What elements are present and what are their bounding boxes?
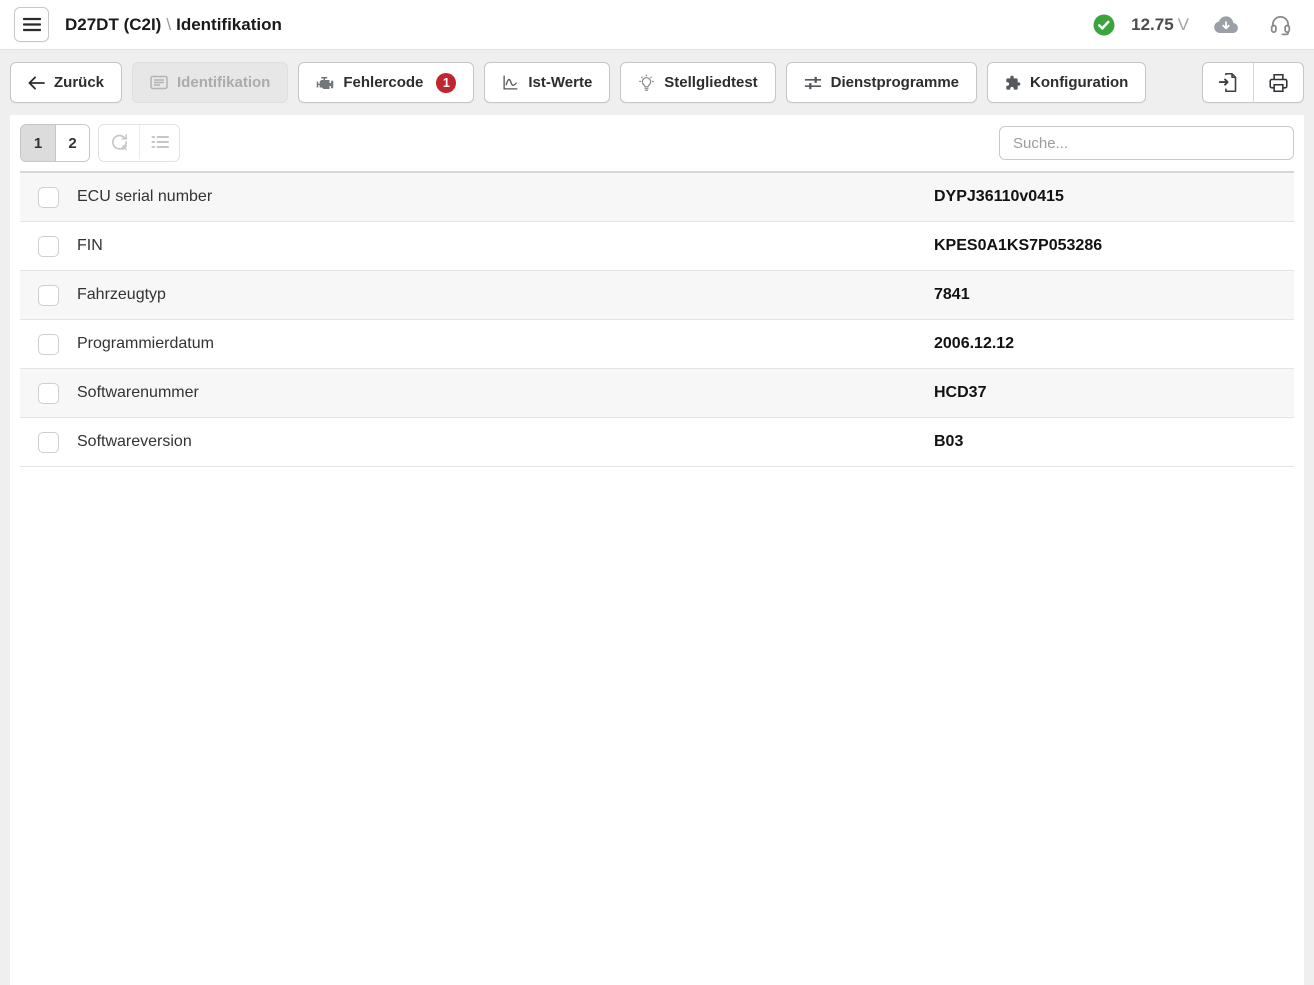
bulb-test-icon (638, 74, 655, 92)
refresh-clear-button[interactable] (99, 125, 139, 159)
sliders-icon (804, 75, 822, 91)
row-value: B03 (934, 433, 1294, 451)
row-label: Programmierdatum (77, 335, 214, 353)
row-checkbox[interactable] (38, 236, 59, 257)
table-row: Softwareversion B03 (20, 418, 1294, 467)
table-tools-group (98, 124, 180, 162)
row-checkbox[interactable] (38, 334, 59, 355)
print-button[interactable] (1253, 63, 1303, 102)
puzzle-icon (1005, 75, 1021, 91)
tab-label: Ist-Werte (528, 74, 592, 91)
row-value: HCD37 (934, 384, 1294, 402)
controls-row: 1 2 (10, 115, 1304, 171)
tab-stellgliedtest[interactable]: Stellgliedtest (620, 62, 775, 103)
arrow-left-icon (28, 76, 45, 90)
row-checkbox[interactable] (38, 285, 59, 306)
tab-dienstprogramme[interactable]: Dienstprogramme (786, 62, 977, 103)
row-checkbox[interactable] (38, 383, 59, 404)
left-controls: 1 2 (20, 124, 180, 162)
page-button-1[interactable]: 1 (21, 125, 55, 161)
menu-button[interactable] (14, 7, 49, 42)
content-panel: 1 2 (10, 115, 1304, 985)
search-input[interactable] (999, 126, 1294, 160)
row-label: FIN (77, 237, 103, 255)
row-checkbox[interactable] (38, 187, 59, 208)
header: D27DT (C2I)\Identifikation 12.75V (0, 0, 1314, 50)
tab-label: Dienstprogramme (831, 74, 959, 91)
refresh-clear-icon (108, 132, 130, 152)
row-label: Fahrzeugtyp (77, 286, 166, 304)
back-button-label: Zurück (54, 74, 104, 91)
row-label: ECU serial number (77, 188, 212, 206)
row-checkbox[interactable] (38, 432, 59, 453)
list-view-button[interactable] (139, 125, 179, 159)
cloud-download-icon[interactable] (1213, 15, 1239, 34)
back-button[interactable]: Zurück (10, 62, 122, 103)
page-title: Identifikation (176, 15, 282, 34)
report-import-icon (1218, 72, 1239, 93)
tab-konfiguration[interactable]: Konfiguration (987, 62, 1146, 103)
row-label: Softwarenummer (77, 384, 199, 402)
list-icon (151, 135, 169, 149)
toolbar: Zurück Identifikation Fehlercode 1 Ist-W… (0, 50, 1314, 115)
page-selector: 1 2 (20, 124, 90, 162)
row-value: 2006.12.12 (934, 335, 1294, 353)
voltage-value: 12.75 (1131, 15, 1174, 34)
row-value: KPES0A1KS7P053286 (934, 237, 1294, 255)
toolbar-icon-group (1202, 62, 1304, 103)
tab-label: Fehlercode (343, 74, 423, 91)
tab-label: Identifikation (177, 74, 270, 91)
table-row: Programmierdatum 2006.12.12 (20, 320, 1294, 369)
row-label: Softwareversion (77, 433, 192, 451)
table-row: Fahrzeugtyp 7841 (20, 271, 1294, 320)
report-import-button[interactable] (1203, 63, 1253, 102)
id-card-icon (150, 75, 168, 90)
printer-icon (1268, 73, 1289, 93)
battery-voltage: 12.75V (1131, 15, 1189, 35)
row-value: 7841 (934, 286, 1294, 304)
voltage-unit: V (1178, 15, 1189, 34)
table-row: FIN KPES0A1KS7P053286 (20, 222, 1294, 271)
tab-ist-werte[interactable]: Ist-Werte (484, 62, 610, 103)
device-name: D27DT (C2I) (65, 15, 161, 34)
breadcrumb: D27DT (C2I)\Identifikation (65, 15, 282, 35)
tab-fehlercode[interactable]: Fehlercode 1 (298, 62, 474, 103)
engine-icon (316, 74, 334, 92)
tab-label: Stellgliedtest (664, 74, 757, 91)
connection-ok-check-circle-icon (1093, 14, 1115, 36)
header-status-area: 12.75V (1093, 13, 1292, 36)
hamburger-icon (23, 17, 41, 32)
table-row: ECU serial number DYPJ36110v0415 (20, 173, 1294, 222)
identification-table: ECU serial number DYPJ36110v0415 FIN KPE… (20, 171, 1294, 467)
tab-identifikation[interactable]: Identifikation (132, 62, 288, 103)
breadcrumb-separator: \ (161, 15, 176, 34)
chart-line-icon (502, 74, 519, 91)
error-count-badge: 1 (436, 73, 456, 93)
row-value: DYPJ36110v0415 (934, 188, 1294, 206)
tab-label: Konfiguration (1030, 74, 1128, 91)
table-row: Softwarenummer HCD37 (20, 369, 1294, 418)
page-button-2[interactable]: 2 (55, 125, 89, 161)
headset-icon[interactable] (1269, 13, 1292, 36)
